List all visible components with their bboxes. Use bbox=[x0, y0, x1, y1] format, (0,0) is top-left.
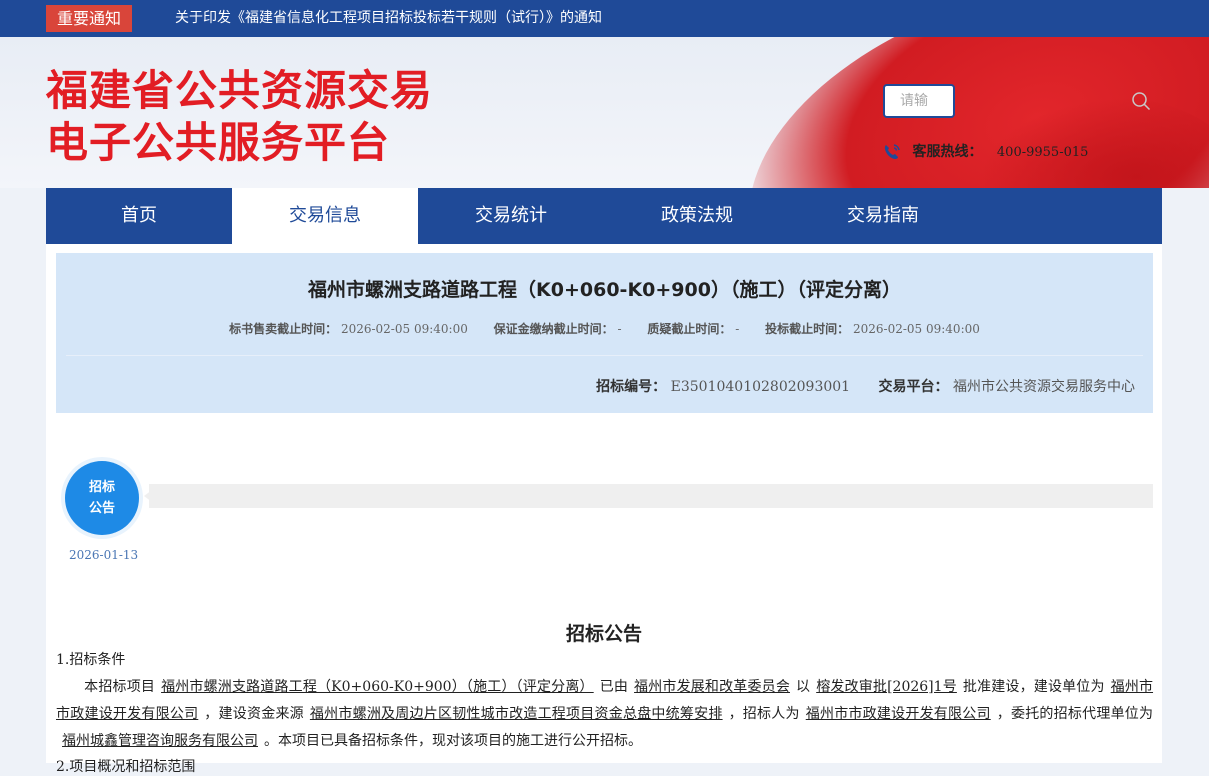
tender-code-label: 招标编号： bbox=[596, 379, 667, 395]
search-input[interactable]: 请输 bbox=[883, 84, 955, 118]
para-text-g: ，委托的招标代理单位为 bbox=[996, 706, 1154, 722]
site-logo[interactable]: 福建省公共资源交易 电子公共服务平台 bbox=[46, 65, 433, 169]
timeline-step-line-2: 公告 bbox=[88, 501, 115, 516]
deposit-deadline-label: 保证金缴纳截止时间： bbox=[493, 322, 614, 336]
site-header: 福建省公共资源交易 电子公共服务平台 请输 客服热线： 400-9955-015 bbox=[0, 37, 1209, 188]
tenderer-field: 福州市市政建设开发有限公司 bbox=[805, 706, 991, 722]
bid-deadline-value: 2026-02-05 09:40:00 bbox=[852, 322, 980, 336]
notice-link[interactable]: 关于印发《福建省信息化工程项目招标投标若干规则（试行）》的通知 bbox=[175, 0, 602, 37]
para-text-b: 已由 bbox=[599, 679, 629, 695]
para-text-h: 。本项目已具备招标条件，现对该项目的施工进行公开招标。 bbox=[264, 733, 642, 749]
approver-field: 福州市发展和改革委员会 bbox=[634, 679, 790, 695]
funding-field: 福州市螺洲及周边片区韧性城市改造工程项目资金总盘中统筹安排 bbox=[309, 706, 723, 722]
approval-number-field: 榕发改审批[2026]1号 bbox=[816, 679, 957, 695]
timeline-date: 2026-01-13 bbox=[69, 548, 139, 562]
hotline-number: 400-9955-015 bbox=[996, 145, 1089, 160]
code-platform-row: 招标编号： E3501040102802093001 交易平台： 福州市公共资源… bbox=[596, 376, 1135, 396]
content-panel: 福州市螺洲支路道路工程（K0+060-K0+900）（施工）（评定分离） 标书售… bbox=[46, 244, 1162, 775]
query-deadline-label: 质疑截止时间： bbox=[647, 322, 732, 336]
deposit-deadline-value: - bbox=[617, 322, 622, 336]
platform-value: 福州市公共资源交易服务中心 bbox=[953, 379, 1135, 395]
agent-field: 福州城鑫管理咨询服务有限公司 bbox=[62, 733, 258, 749]
phone-icon bbox=[884, 144, 900, 159]
search-icon[interactable] bbox=[1131, 91, 1151, 111]
logo-line-2: 电子公共服务平台 bbox=[46, 118, 391, 167]
nav-guide[interactable]: 交易指南 bbox=[790, 188, 976, 244]
hotline-label: 客服热线： bbox=[912, 144, 983, 160]
para-text-a: 本招标项目 bbox=[84, 679, 156, 695]
customer-hotline: 客服热线： 400-9955-015 bbox=[882, 141, 1088, 163]
important-notice-badge: 重要通知 bbox=[46, 5, 132, 32]
timeline-bar bbox=[149, 484, 1153, 508]
nav-policy[interactable]: 政策法规 bbox=[604, 188, 790, 244]
logo-line-1: 福建省公共资源交易 bbox=[46, 66, 434, 115]
section-heading-2: 2.项目概况和招标范围 bbox=[56, 759, 196, 775]
document-title: 招标公告 bbox=[565, 623, 642, 645]
project-info-box: 福州市螺洲支路道路工程（K0+060-K0+900）（施工）（评定分离） 标书售… bbox=[56, 253, 1153, 413]
project-title: 福州市螺洲支路道路工程（K0+060-K0+900）（施工）（评定分离） bbox=[308, 279, 901, 301]
project-name-field: 福州市螺洲支路道路工程（K0+060-K0+900）（施工）（评定分离） bbox=[161, 679, 594, 695]
deadline-row: 标书售卖截止时间： 2026-02-05 09:40:00 保证金缴纳截止时间：… bbox=[56, 320, 1153, 337]
timeline-step-tender-notice[interactable]: 招标 公告 bbox=[65, 461, 139, 535]
section-heading-1: 1.招标条件 bbox=[56, 652, 126, 668]
nav-home[interactable]: 首页 bbox=[46, 188, 232, 244]
sale-deadline-label: 标书售卖截止时间： bbox=[229, 322, 338, 336]
tender-conditions-paragraph: 本招标项目 福州市螺洲支路道路工程（K0+060-K0+900）（施工）（评定分离… bbox=[56, 674, 1153, 755]
info-divider bbox=[66, 355, 1143, 356]
para-text-e: ，建设资金来源 bbox=[204, 706, 304, 722]
main-nav: 首页 交易信息 交易统计 政策法规 交易指南 bbox=[46, 188, 1162, 244]
para-text-f: ，招标人为 bbox=[728, 706, 800, 722]
timeline-step-line-1: 招标 bbox=[88, 480, 115, 495]
tender-code-value: E3501040102802093001 bbox=[670, 379, 851, 395]
sale-deadline-value: 2026-02-05 09:40:00 bbox=[340, 322, 468, 336]
query-deadline-value: - bbox=[735, 322, 740, 336]
bid-deadline-label: 投标截止时间： bbox=[765, 322, 850, 336]
top-notice-bar: 重要通知 关于印发《福建省信息化工程项目招标投标若干规则（试行）》的通知 bbox=[0, 0, 1209, 37]
nav-trade-info[interactable]: 交易信息 bbox=[232, 188, 418, 244]
para-text-c: 以 bbox=[796, 679, 811, 695]
nav-trade-stats[interactable]: 交易统计 bbox=[418, 188, 604, 244]
para-text-d: 批准建设，建设单位为 bbox=[962, 679, 1105, 695]
platform-label: 交易平台： bbox=[878, 379, 949, 395]
